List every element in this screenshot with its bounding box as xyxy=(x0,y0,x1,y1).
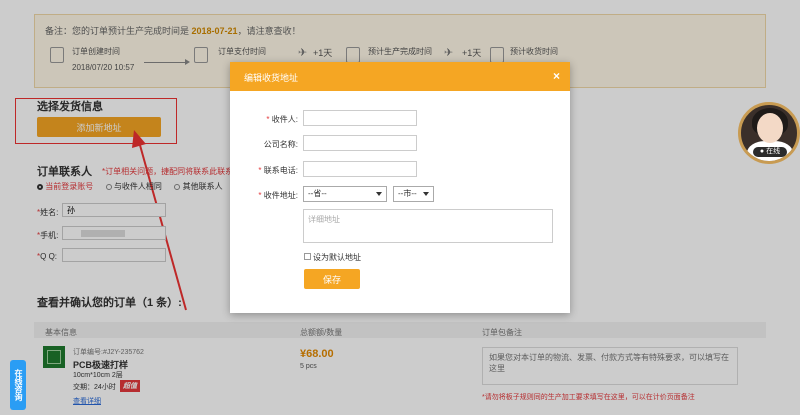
province-select[interactable]: --省-- xyxy=(303,186,387,202)
recipient-input[interactable] xyxy=(303,110,417,126)
online-chat-tab[interactable]: 在线咨询 xyxy=(10,360,26,410)
save-button[interactable]: 保存 xyxy=(304,269,360,289)
customer-service-avatar[interactable]: ● 在线 xyxy=(738,102,800,164)
default-address-checkbox[interactable] xyxy=(304,253,311,260)
city-select[interactable]: --市-- xyxy=(393,186,434,202)
phone-label: * 联系电话: xyxy=(258,166,298,175)
recipient-label: * 收件人: xyxy=(266,115,298,124)
phone-input[interactable] xyxy=(303,161,417,177)
agent-face xyxy=(757,113,783,143)
company-label: 公司名称: xyxy=(263,140,298,149)
online-consult-button[interactable]: ● 在线 xyxy=(753,147,787,157)
modal-title: 编辑收货地址 xyxy=(244,73,299,83)
close-icon[interactable]: × xyxy=(553,69,560,83)
address-label: * 收件地址: xyxy=(258,191,298,200)
modal-header: 编辑收货地址 × xyxy=(230,62,570,91)
detail-address-input[interactable]: 详细地址 xyxy=(303,209,553,243)
company-input[interactable] xyxy=(303,135,417,151)
chevron-down-icon xyxy=(376,192,382,196)
chevron-down-icon xyxy=(423,192,429,196)
default-address-label: 设为默认地址 xyxy=(313,253,361,262)
